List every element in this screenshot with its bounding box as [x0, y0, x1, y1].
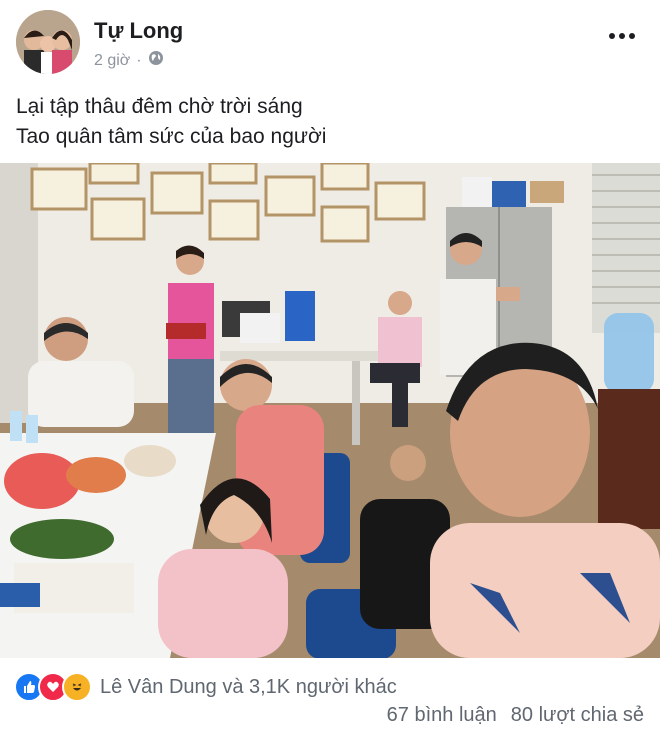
post-caption: Lại tập thâu đêm chờ trời sáng Tao quân …	[16, 92, 326, 152]
caption-line: Tao quân tâm sức của bao người	[16, 125, 327, 148]
engagement-counts: 67 bình luận 80 lượt chia sẻ	[387, 704, 644, 727]
post-time[interactable]: 2 giờ	[94, 52, 130, 70]
globe-icon	[148, 50, 164, 71]
author-name[interactable]: Tự Long	[94, 18, 183, 44]
reactions-bar[interactable]: Lê Vân Dung và 3,1K người khác	[14, 672, 397, 702]
more-dot-icon	[629, 33, 635, 39]
caption-line: Lại tập thâu đêm chờ trời sáng	[16, 95, 303, 118]
post-meta: 2 giờ ·	[94, 50, 164, 71]
post-photo[interactable]	[0, 163, 660, 658]
facebook-post: Tự Long 2 giờ · Lại tập thâu đêm chờ trờ…	[0, 0, 660, 730]
meta-separator: ·	[136, 51, 142, 69]
comment-count[interactable]: 67 bình luận	[387, 704, 497, 727]
haha-icon	[62, 672, 92, 702]
share-count[interactable]: 80 lượt chia sẻ	[511, 704, 644, 727]
author-avatar[interactable]	[16, 10, 80, 74]
more-dot-icon	[609, 33, 615, 39]
more-dot-icon	[619, 33, 625, 39]
reaction-summary[interactable]: Lê Vân Dung và 3,1K người khác	[100, 676, 397, 699]
more-options-button[interactable]	[606, 20, 638, 52]
